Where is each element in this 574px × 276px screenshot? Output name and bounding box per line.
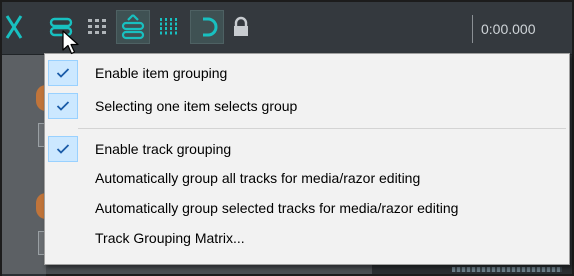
lock-icon[interactable] — [224, 10, 258, 44]
menu-separator — [78, 128, 566, 129]
time-display: 0:00.000 — [472, 15, 570, 43]
menu-item-selecting-selects-group[interactable]: Selecting one item selects group — [48, 92, 566, 120]
meter-strip — [372, 265, 572, 274]
menu-item-enable-track-grouping[interactable]: Enable track grouping — [48, 135, 566, 163]
crossfade-icon[interactable] — [4, 10, 24, 44]
snap-grid-icon[interactable] — [80, 10, 114, 44]
menu-item-label: Automatically group all tracks for media… — [95, 170, 421, 186]
menu-item-group-all-tracks[interactable]: Automatically group all tracks for media… — [48, 164, 566, 192]
menu-item-group-selected-tracks[interactable]: Automatically group selected tracks for … — [48, 194, 566, 222]
checkmark-icon — [48, 93, 78, 119]
menu-item-label: Enable track grouping — [95, 141, 232, 157]
loop-repeat-icon[interactable] — [190, 10, 224, 44]
track-grouping-icon[interactable] — [116, 10, 150, 44]
menu-item-label: Selecting one item selects group — [95, 98, 298, 114]
track-panel — [2, 165, 47, 276]
grid-lines-icon[interactable] — [152, 10, 186, 44]
checkmark-icon — [48, 60, 78, 86]
main-toolbar: 0:00.000 — [2, 2, 572, 55]
menu-item-track-grouping-matrix[interactable]: Track Grouping Matrix... — [48, 224, 566, 252]
grouping-context-menu: Enable item grouping Selecting one item … — [44, 53, 570, 265]
menu-item-label: Enable item grouping — [95, 65, 228, 81]
checkmark-icon — [48, 136, 78, 162]
menu-item-label: Automatically group selected tracks for … — [95, 200, 459, 216]
track-panel — [2, 55, 47, 167]
mouse-pointer-icon — [61, 30, 81, 56]
menu-item-enable-item-grouping[interactable]: Enable item grouping — [48, 59, 566, 87]
menu-item-label: Track Grouping Matrix... — [95, 230, 245, 246]
